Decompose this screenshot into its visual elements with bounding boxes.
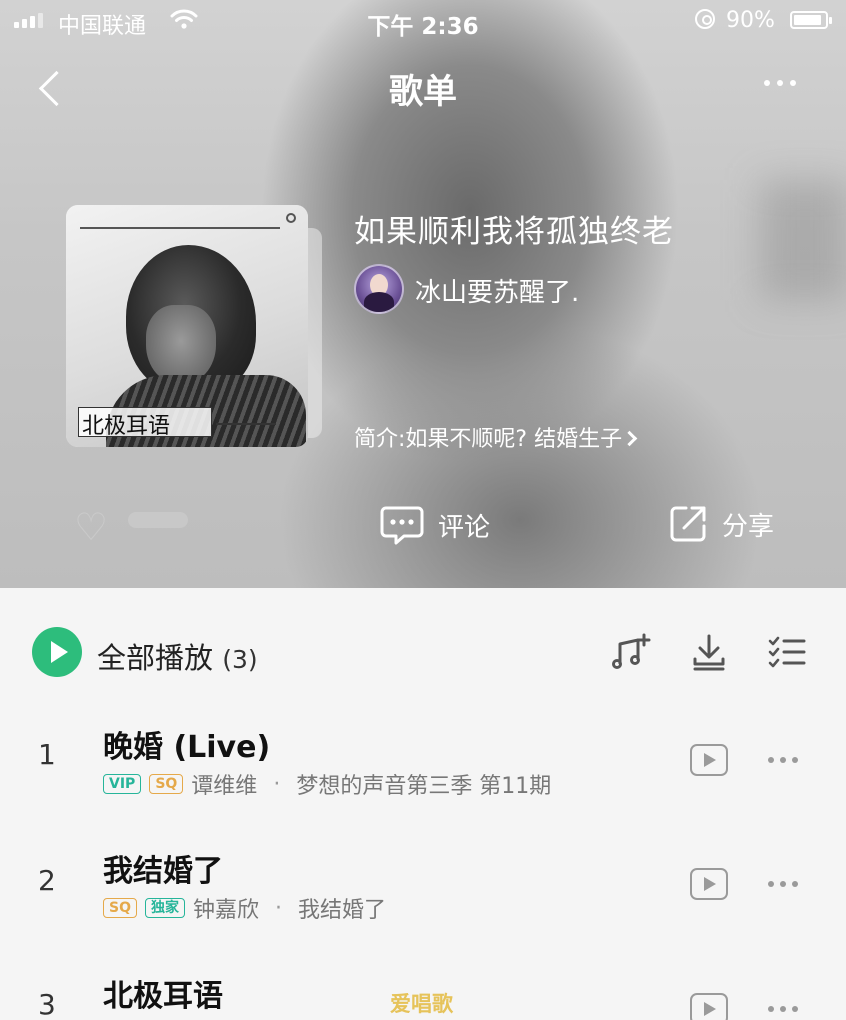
meta-separator: · xyxy=(273,771,281,797)
song-title: 晚婚 (Live) xyxy=(103,730,271,765)
song-more-button[interactable] xyxy=(768,1006,798,1012)
creator-name[interactable]: 冰山要苏醒了. xyxy=(415,272,579,309)
exclusive-badge: 独家 xyxy=(144,898,185,918)
share-icon xyxy=(670,506,706,542)
mv-play-icon[interactable] xyxy=(690,744,728,776)
more-dot xyxy=(764,80,770,86)
song-count: (3) xyxy=(222,645,258,674)
song-meta: SQ 独家 钟嘉欣 · 我结婚了 xyxy=(103,892,386,924)
chevron-right-icon xyxy=(621,430,638,447)
song-index: 3 xyxy=(38,988,56,1020)
status-time: 下午 2:36 xyxy=(367,14,479,40)
song-album: 我结婚了 xyxy=(298,898,387,923)
cover-ring-icon xyxy=(286,213,296,223)
song-more-button[interactable] xyxy=(768,757,798,763)
cover-title: 北极耳语 xyxy=(82,414,171,439)
heart-icon[interactable] xyxy=(74,505,118,545)
song-row[interactable]: 2 我结婚了 SQ 独家 钟嘉欣 · 我结婚了 xyxy=(0,830,846,950)
download-icon[interactable] xyxy=(689,632,729,672)
meta-separator: · xyxy=(275,895,282,921)
play-all-text: 全部播放 xyxy=(97,641,214,675)
share-button[interactable]: 分享 xyxy=(668,504,774,544)
playlist-title: 如果顺利我将孤独终老 xyxy=(354,214,674,250)
song-more-button[interactable] xyxy=(768,881,798,887)
song-row[interactable]: 1 晚婚 (Live) VIP SQ 谭维维 · 梦想的声音第三季 第11期 xyxy=(0,706,846,826)
playlist-cover[interactable]: 北极耳语 xyxy=(66,205,308,447)
watermark: 爱唱歌 xyxy=(390,992,453,1016)
mv-play-icon[interactable] xyxy=(690,868,728,900)
more-options-button[interactable] xyxy=(764,80,796,86)
cover-decor-line xyxy=(80,227,280,229)
sq-badge: SQ xyxy=(103,898,137,918)
song-artist: 谭维维 xyxy=(191,774,258,799)
song-meta: VIP SQ 谭维维 · 梦想的声音第三季 第11期 xyxy=(103,768,551,800)
battery-icon xyxy=(790,11,832,29)
multi-select-icon[interactable] xyxy=(767,632,807,672)
cover-portrait-face xyxy=(146,305,216,385)
vip-badge: VIP xyxy=(103,774,142,794)
more-dot xyxy=(790,80,796,86)
add-to-playlist-icon[interactable] xyxy=(611,632,651,672)
orientation-lock-icon xyxy=(695,9,715,29)
battery-level xyxy=(794,15,821,25)
cover-title-line xyxy=(216,423,276,425)
playlist-intro[interactable]: 简介:如果不顺呢? 结婚生子 xyxy=(354,421,638,453)
song-index: 1 xyxy=(38,738,56,771)
playlist-intro-text: 简介:如果不顺呢? 结婚生子 xyxy=(354,427,623,452)
song-artist: 钟嘉欣 xyxy=(192,898,259,923)
song-index: 2 xyxy=(38,864,56,897)
song-title: 我结婚了 xyxy=(103,854,223,889)
status-bar: 中国联通 下午 2:36 90% xyxy=(0,0,846,42)
battery-percentage: 90% xyxy=(726,8,775,33)
page-title: 歌单 xyxy=(389,72,457,112)
background-shade xyxy=(760,180,846,300)
comment-icon xyxy=(380,506,424,545)
comment-button[interactable]: 评论 xyxy=(380,504,490,546)
song-album: 梦想的声音第三季 第11期 xyxy=(296,774,552,799)
comment-label: 评论 xyxy=(438,512,491,543)
like-count-placeholder xyxy=(128,512,188,528)
mv-play-icon[interactable] xyxy=(690,993,728,1020)
more-dot xyxy=(777,80,783,86)
share-label: 分享 xyxy=(722,511,775,542)
play-all-label[interactable]: 全部播放 (3) xyxy=(97,635,258,677)
song-title: 北极耳语 xyxy=(103,979,223,1014)
creator-avatar[interactable] xyxy=(354,264,404,314)
sq-badge: SQ xyxy=(149,774,184,794)
play-all-button[interactable] xyxy=(32,627,82,677)
